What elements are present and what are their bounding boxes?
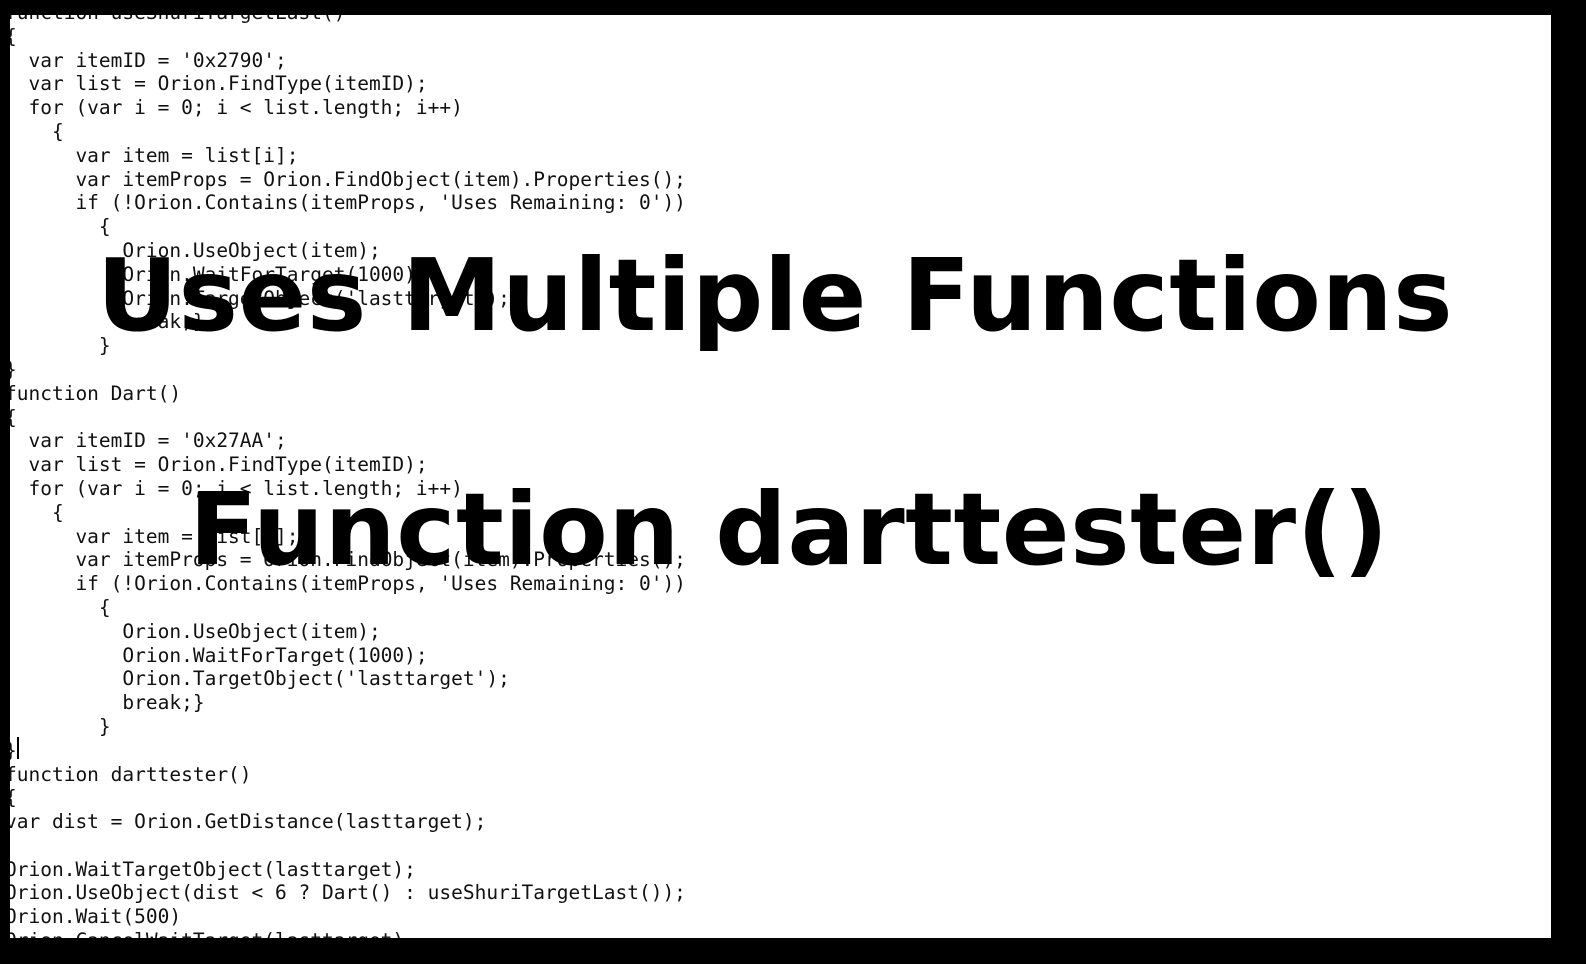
code-line: var itemProps = Orion.FindObject(item).P… bbox=[10, 167, 686, 191]
code-line: function useShuriTargetLast() bbox=[10, 15, 686, 25]
code-line: var itemID = '0x27AA'; bbox=[10, 429, 287, 453]
code-line: Orion.Wait(500) bbox=[10, 905, 182, 929]
code-line: Orion.CancelWaitTarget(lasttarget) bbox=[10, 929, 686, 938]
code-line: Orion.WaitTargetObject(lasttarget); bbox=[10, 857, 416, 881]
code-line: } bbox=[10, 739, 686, 763]
code-line: Orion.UseObject(dist < 6 ? Dart() : useS… bbox=[10, 881, 686, 905]
code-line: var list = Orion.FindType(itemID); bbox=[10, 72, 428, 96]
code-line: } bbox=[10, 714, 111, 738]
code-line: function Dart() bbox=[10, 381, 182, 405]
overlay-title-2: Function darttester() bbox=[189, 471, 1389, 588]
code-line: for (var i = 0; i < list.length; i++) bbox=[10, 96, 463, 120]
code-line: { bbox=[10, 119, 64, 143]
code-line: { bbox=[10, 25, 686, 49]
code-line: { bbox=[10, 406, 686, 430]
code-line: { bbox=[10, 215, 111, 239]
overlay-title-1: Uses Multiple Functions bbox=[96, 237, 1454, 354]
code-line: Orion.WaitForTarget(1000); bbox=[10, 643, 428, 667]
code-line: var item = list[i]; bbox=[10, 143, 299, 167]
code-line: } bbox=[10, 358, 686, 382]
code-line: Orion.UseObject(item); bbox=[10, 619, 381, 643]
code-line: { bbox=[10, 595, 111, 619]
code-line: var itemID = '0x2790'; bbox=[10, 48, 287, 72]
code-line: Orion.TargetObject('lasttarget'); bbox=[10, 667, 510, 691]
code-line: break;} bbox=[10, 691, 205, 715]
code-line: if (!Orion.Contains(itemProps, 'Uses Rem… bbox=[10, 191, 686, 215]
code-line: var dist = Orion.GetDistance(lasttarget)… bbox=[10, 810, 487, 834]
text-cursor bbox=[17, 737, 19, 759]
code-line: function darttester() bbox=[10, 762, 252, 786]
code-line: { bbox=[10, 786, 686, 810]
